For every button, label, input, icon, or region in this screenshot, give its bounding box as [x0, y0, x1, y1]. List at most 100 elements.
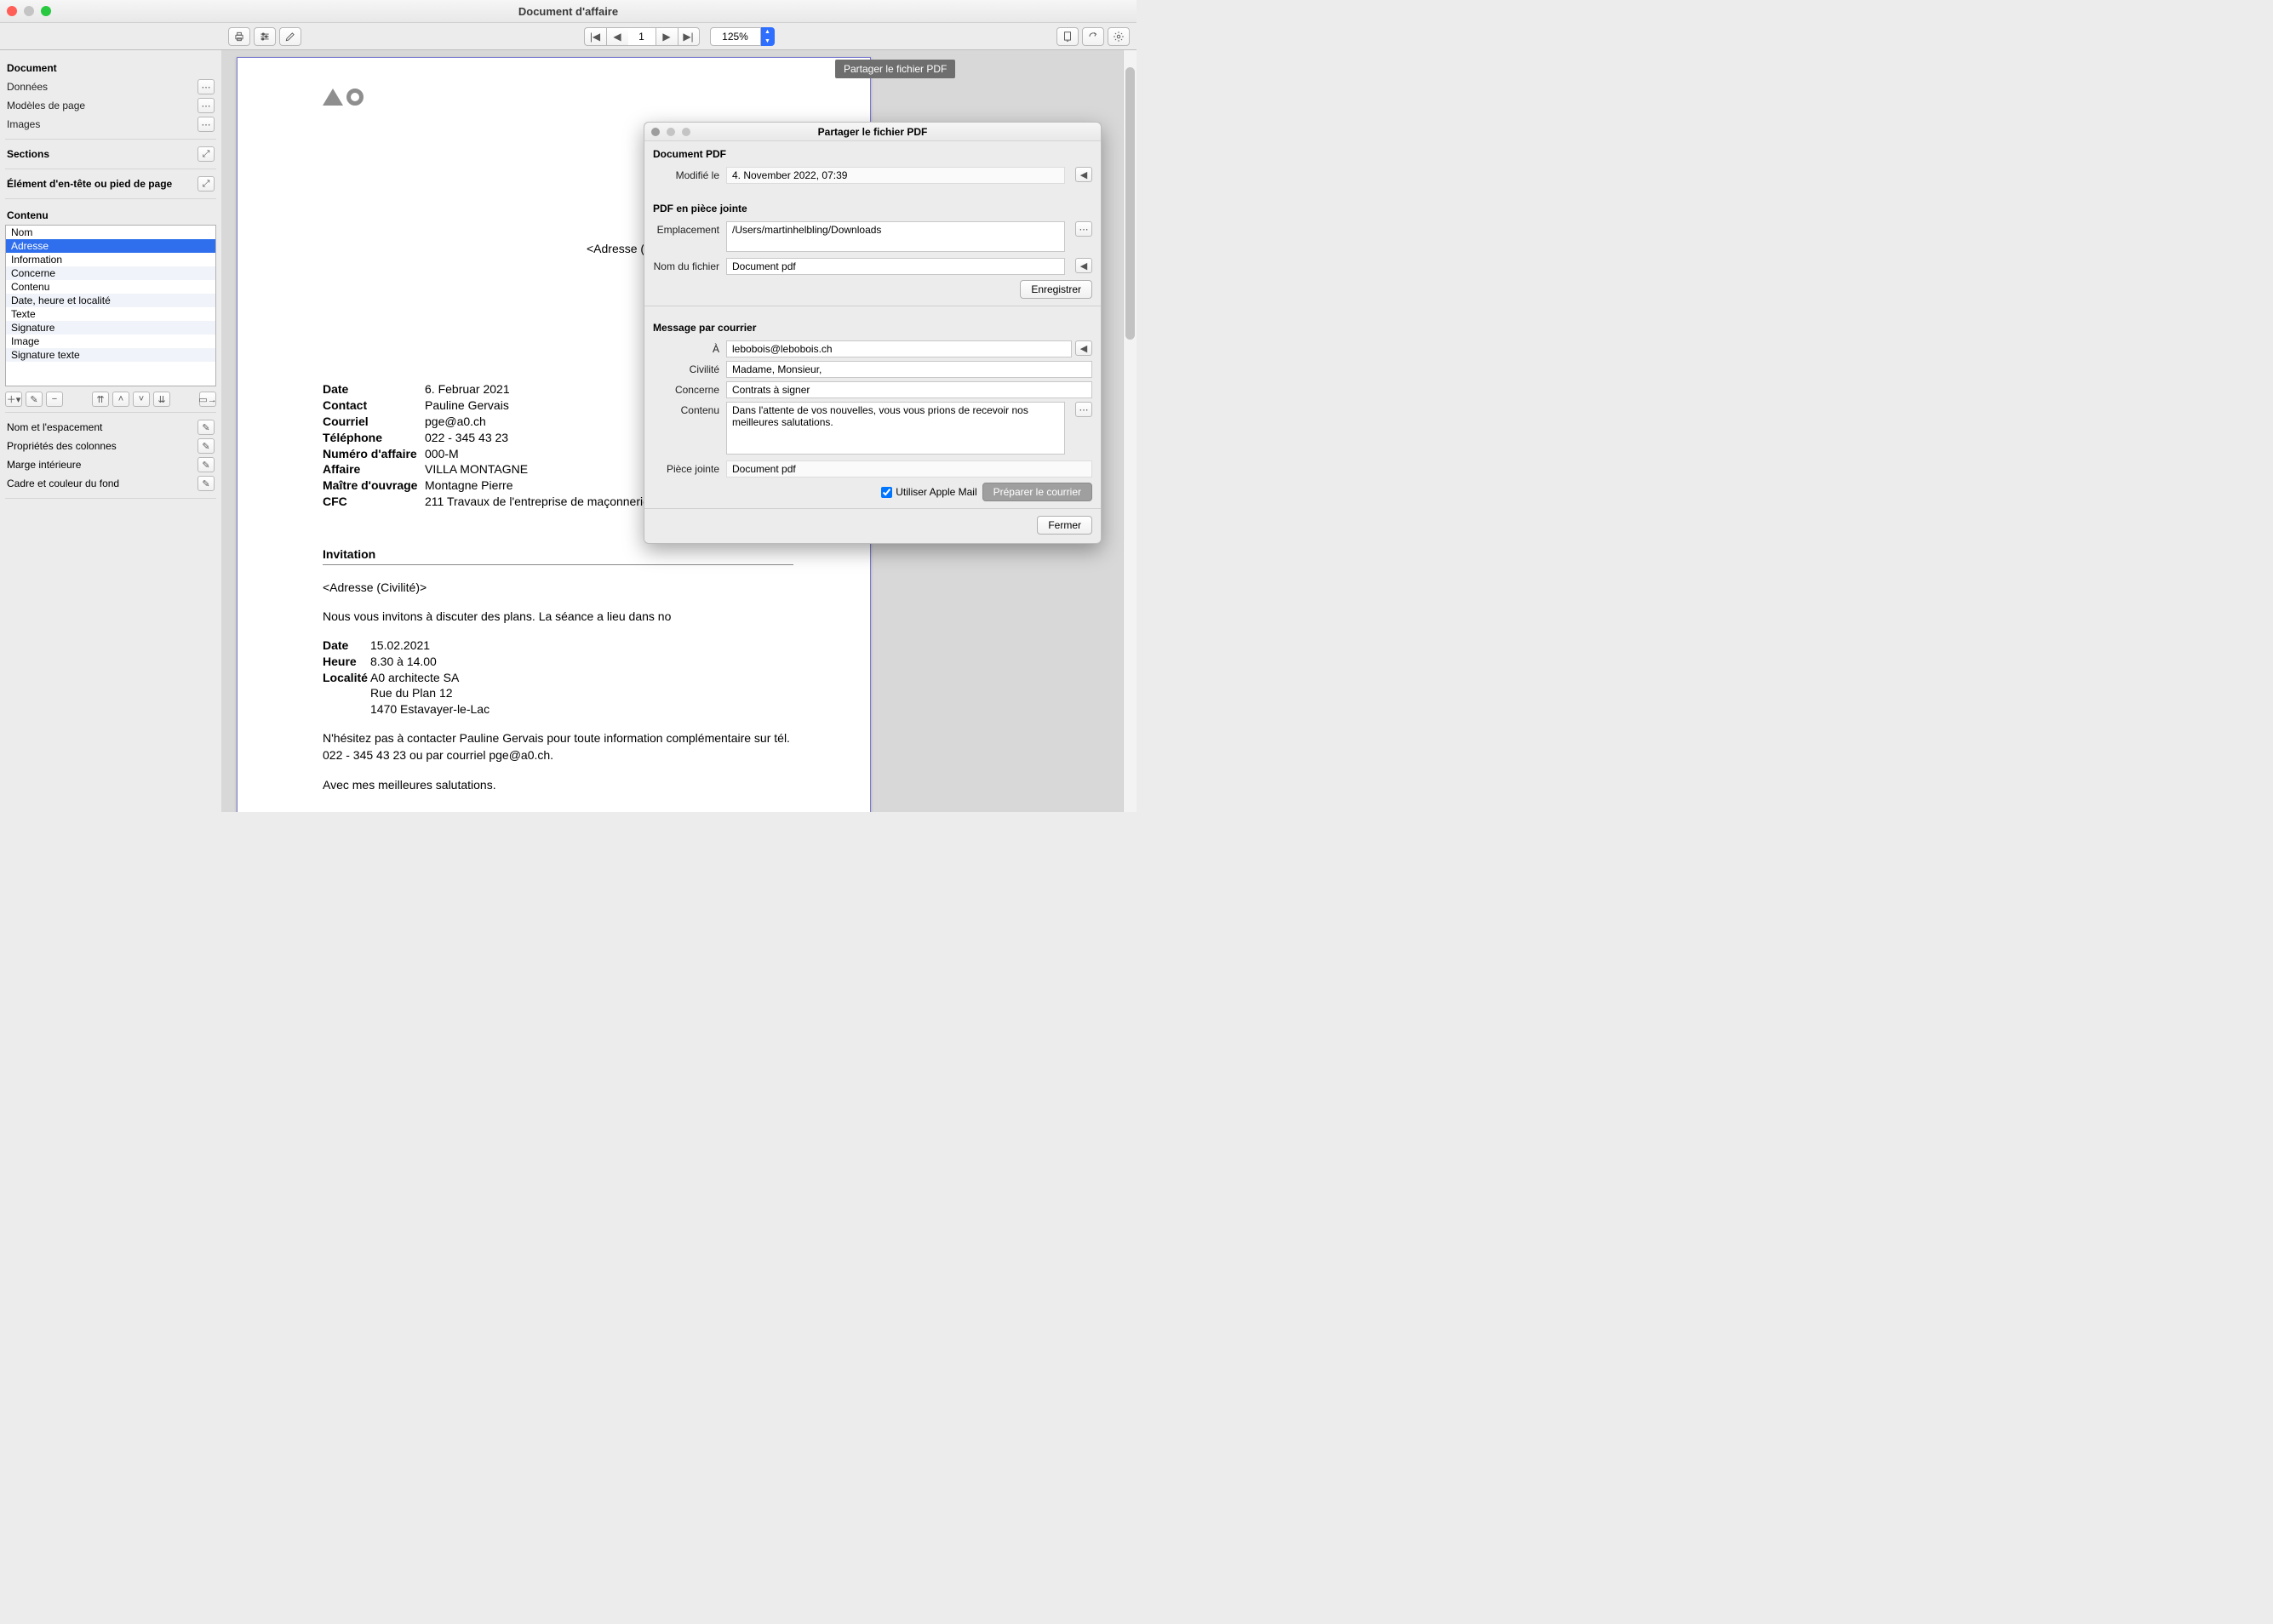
- meeting-row: Date15.02.2021: [323, 638, 793, 654]
- share-button[interactable]: [1082, 27, 1104, 46]
- list-item[interactable]: Contenu: [6, 280, 215, 294]
- expand-icon[interactable]: ⤢: [198, 176, 215, 192]
- meeting-value: A0 architecte SA: [370, 670, 459, 686]
- use-apple-mail-input[interactable]: [881, 487, 892, 498]
- civility-field[interactable]: [726, 361, 1092, 378]
- vertical-scrollbar[interactable]: [1123, 50, 1136, 812]
- prop-label: Cadre et couleur du fond: [7, 477, 119, 489]
- zoom-stepper[interactable]: ▲▼: [761, 27, 775, 46]
- scrollbar-thumb[interactable]: [1125, 67, 1135, 340]
- reveal-left-icon[interactable]: ◀: [1075, 167, 1092, 182]
- list-item[interactable]: Concerne: [6, 266, 215, 280]
- info-key: Maître d'ouvrage: [323, 477, 425, 494]
- location-field[interactable]: /Users/martinhelbling/Downloads: [726, 221, 1065, 252]
- sliders-button[interactable]: [254, 27, 276, 46]
- list-item[interactable]: Nom: [6, 226, 215, 239]
- window-title: Document d'affaire: [0, 5, 1136, 18]
- modified-label: Modifié le: [653, 167, 719, 181]
- export-pdf-button[interactable]: [1056, 27, 1079, 46]
- subject-field[interactable]: [726, 381, 1092, 398]
- sidebar-item-images[interactable]: Images ⋯: [5, 115, 216, 134]
- section-title: Invitation: [323, 547, 793, 565]
- pencil-icon[interactable]: ✎: [198, 476, 215, 491]
- pick-recipient-button[interactable]: ◀: [1075, 340, 1092, 356]
- info-key: Courriel: [323, 414, 425, 430]
- intro-text: Nous vous invitons à discuter des plans.…: [323, 608, 793, 625]
- location-line-2: Rue du Plan 12: [370, 685, 453, 701]
- move-bottom-button[interactable]: ⇊: [153, 392, 170, 407]
- settings-button[interactable]: [1108, 27, 1130, 46]
- civility-label: Civilité: [653, 361, 719, 375]
- meeting-key: Date: [323, 638, 370, 654]
- next-page-button[interactable]: ▶: [656, 27, 678, 46]
- body-field[interactable]: Dans l'attente de vos nouvelles, vous vo…: [726, 402, 1065, 455]
- sidebar-item-donnees[interactable]: Données ⋯: [5, 77, 216, 96]
- list-item[interactable]: Information: [6, 253, 215, 266]
- move-top-button[interactable]: ⇈: [92, 392, 109, 407]
- more-icon[interactable]: ⋯: [198, 79, 215, 94]
- civility-placeholder: <Adresse (Civilité)>: [323, 579, 793, 596]
- sidebar-item-modeles[interactable]: Modèles de page ⋯: [5, 96, 216, 115]
- edit-content-button[interactable]: ✎: [26, 392, 43, 407]
- meeting-key: Heure: [323, 654, 370, 670]
- use-apple-mail-label: Utiliser Apple Mail: [896, 486, 976, 498]
- document-body: <Adresse (Civilité)> Nous vous invitons …: [323, 579, 793, 812]
- pencil-icon[interactable]: ✎: [198, 420, 215, 435]
- mail-section-heading: Message par courrier: [644, 322, 1101, 337]
- prepare-mail-button[interactable]: Préparer le courrier: [982, 483, 1092, 501]
- move-up-button[interactable]: ˄: [112, 392, 129, 407]
- modified-value: 4. November 2022, 07:39: [726, 167, 1065, 184]
- use-apple-mail-checkbox[interactable]: Utiliser Apple Mail: [881, 486, 976, 498]
- edit-button[interactable]: [279, 27, 301, 46]
- last-page-button[interactable]: ▶|: [678, 27, 700, 46]
- remove-content-button[interactable]: −: [46, 392, 63, 407]
- more-icon[interactable]: ⋯: [198, 98, 215, 113]
- doc-section-heading: Document: [5, 57, 216, 77]
- attach-section-heading: PDF en pièce jointe: [644, 196, 1101, 218]
- prop-marge[interactable]: Marge intérieure ✎: [5, 455, 216, 474]
- info-key: Contact: [323, 397, 425, 414]
- print-button[interactable]: [228, 27, 250, 46]
- pencil-icon[interactable]: ✎: [198, 438, 215, 454]
- page-number-field[interactable]: [628, 27, 656, 46]
- prop-colonnes[interactable]: Propriétés des colonnes ✎: [5, 437, 216, 455]
- list-item[interactable]: Adresse: [6, 239, 215, 253]
- list-item[interactable]: Texte: [6, 307, 215, 321]
- info-key: Date: [323, 381, 425, 397]
- page-nav-group: |◀ ◀ ▶ ▶|: [584, 27, 700, 46]
- subject-label: Concerne: [653, 381, 719, 396]
- insert-field-button[interactable]: ▭→: [199, 392, 216, 407]
- reveal-left-icon[interactable]: ◀: [1075, 258, 1092, 273]
- prop-cadre[interactable]: Cadre et couleur du fond ✎: [5, 474, 216, 493]
- close-dialog-button[interactable]: Fermer: [1037, 516, 1092, 535]
- list-item[interactable]: Image: [6, 335, 215, 348]
- first-page-button[interactable]: |◀: [584, 27, 606, 46]
- info-key: Téléphone: [323, 430, 425, 446]
- browse-location-button[interactable]: ⋯: [1075, 221, 1092, 237]
- filename-field[interactable]: [726, 258, 1065, 275]
- more-icon[interactable]: ⋯: [198, 117, 215, 132]
- prop-nom-espacement[interactable]: Nom et l'espacement ✎: [5, 418, 216, 437]
- move-down-button[interactable]: ˅: [133, 392, 150, 407]
- add-content-button[interactable]: ＋▾: [5, 392, 22, 407]
- sidebar-item-label: Images: [7, 118, 40, 130]
- location-line-3: 1470 Estavayer-le-Lac: [370, 701, 490, 718]
- info-key: Numéro d'affaire: [323, 446, 425, 462]
- list-item[interactable]: Date, heure et localité: [6, 294, 215, 307]
- zoom-field[interactable]: [710, 27, 761, 46]
- info-key: CFC: [323, 494, 425, 510]
- prev-page-button[interactable]: ◀: [606, 27, 628, 46]
- content-listbox[interactable]: NomAdresseInformationConcerneContenuDate…: [5, 225, 216, 386]
- body-options-button[interactable]: ⋯: [1075, 402, 1092, 417]
- meeting-row: LocalitéA0 architecte SA: [323, 670, 793, 686]
- header-footer-heading: Élément d'en-tête ou pied de page: [7, 178, 172, 190]
- meeting-value: 15.02.2021: [370, 638, 430, 654]
- info-key: Affaire: [323, 461, 425, 477]
- save-button[interactable]: Enregistrer: [1020, 280, 1092, 299]
- expand-icon[interactable]: ⤢: [198, 146, 215, 162]
- list-item[interactable]: Signature: [6, 321, 215, 335]
- to-field[interactable]: [726, 340, 1072, 357]
- sidebar-item-label: Données: [7, 81, 48, 93]
- list-item[interactable]: Signature texte: [6, 348, 215, 362]
- pencil-icon[interactable]: ✎: [198, 457, 215, 472]
